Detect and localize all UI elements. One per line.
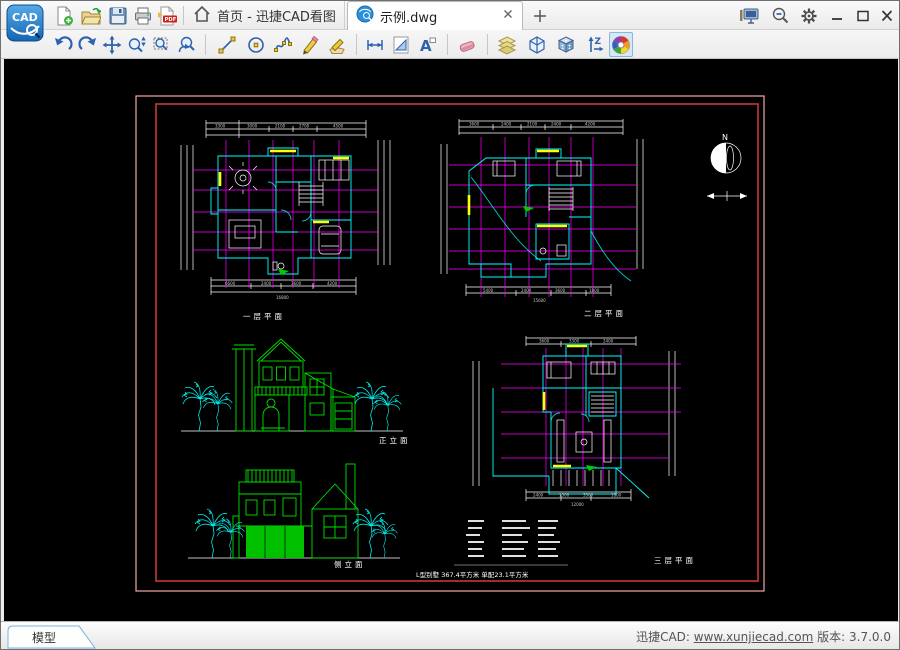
- settings-gear-icon[interactable]: [797, 5, 821, 27]
- svg-text:3600: 3600: [555, 288, 566, 293]
- svg-text:5400: 5400: [483, 288, 494, 293]
- plan1-label: 一层平面: [243, 312, 285, 321]
- svg-text:2400: 2400: [533, 493, 544, 498]
- toolbar-separator: [447, 34, 448, 55]
- version-label: 版本:: [817, 630, 846, 644]
- app-window: CAD PDF 首页 - 迅捷CAD看图 示例.dwg A Z 3300 300…: [0, 0, 900, 650]
- zoom-previous-button[interactable]: [175, 32, 199, 57]
- svg-text:3000: 3000: [247, 124, 258, 129]
- tab-close-icon[interactable]: [502, 8, 514, 24]
- toolbar-separator: [356, 34, 357, 55]
- north-label: N: [722, 133, 728, 142]
- close-window-button[interactable]: [875, 6, 899, 25]
- model-tab-label: 模型: [31, 631, 56, 645]
- svg-text:2400: 2400: [521, 288, 532, 293]
- export-pdf-button[interactable]: PDF: [156, 5, 179, 27]
- annotate-tool-button[interactable]: [325, 32, 349, 57]
- tab-document-label: 示例.dwg: [380, 10, 438, 26]
- svg-text:2100: 2100: [527, 122, 538, 127]
- layers-button[interactable]: [495, 32, 519, 57]
- svg-text:6600: 6600: [225, 281, 236, 286]
- svg-text:16800: 16800: [276, 295, 289, 300]
- svg-text:15600: 15600: [533, 298, 546, 303]
- minimize-button[interactable]: [825, 6, 849, 25]
- redo-button[interactable]: [76, 32, 100, 57]
- svg-text:CAD: CAD: [12, 11, 38, 24]
- screen-capture-icon[interactable]: [737, 5, 761, 27]
- status-bar: 模型 迅捷CAD: www.xunjiecad.com 版本: 3.7.0.0: [1, 621, 899, 649]
- svg-text:3600: 3600: [539, 339, 550, 344]
- maximize-button[interactable]: [851, 6, 875, 25]
- new-file-button[interactable]: [53, 5, 76, 27]
- tab-home-label: 首页 - 迅捷CAD看图: [217, 10, 336, 25]
- tab-document[interactable]: 示例.dwg: [347, 1, 523, 30]
- cad-file-icon: [356, 5, 374, 27]
- svg-text:4500: 4500: [333, 124, 344, 129]
- svg-text:1500: 1500: [559, 493, 570, 498]
- circle-tool-button[interactable]: [244, 32, 268, 57]
- status-info: 迅捷CAD: www.xunjiecad.com 版本: 3.7.0.0: [636, 628, 891, 645]
- toolbar-separator: [205, 34, 206, 55]
- plan2-label: 二层平面: [584, 309, 626, 318]
- drawing-toolbar: A Z: [1, 30, 899, 59]
- svg-text:12000: 12000: [571, 502, 584, 507]
- view-wireframe-button[interactable]: [525, 32, 549, 57]
- drawing-canvas[interactable]: 3300 3000 2100 2700 4500 6600 2400 3600 …: [4, 59, 898, 621]
- open-file-button[interactable]: [79, 5, 102, 27]
- svg-text:PDF: PDF: [165, 17, 177, 23]
- elevation-side-label: 侧立面: [334, 559, 366, 569]
- svg-text:2400: 2400: [501, 122, 512, 127]
- svg-text:2700: 2700: [299, 124, 310, 129]
- svg-text:2100: 2100: [275, 124, 286, 129]
- view-3d-button[interactable]: [554, 32, 578, 57]
- undo-button[interactable]: [51, 32, 75, 57]
- line-tool-button[interactable]: [215, 32, 239, 57]
- svg-text:3300: 3300: [583, 493, 594, 498]
- svg-text:Z: Z: [595, 37, 602, 47]
- svg-text:1800: 1800: [589, 288, 600, 293]
- website-link[interactable]: www.xunjiecad.com: [694, 630, 814, 644]
- svg-text:2400: 2400: [551, 122, 562, 127]
- toolbar-separator: [487, 34, 488, 55]
- title-bar: CAD PDF 首页 - 迅捷CAD看图 示例.dwg: [1, 1, 899, 42]
- new-tab-button[interactable]: [529, 5, 551, 27]
- sort-order-button[interactable]: Z: [583, 32, 607, 57]
- app-logo-icon: CAD: [6, 4, 44, 42]
- zoom-dynamic-button[interactable]: [125, 32, 149, 57]
- svg-text:3300: 3300: [215, 124, 226, 129]
- model-tab[interactable]: 模型: [7, 625, 103, 649]
- svg-text:3300: 3300: [569, 339, 580, 344]
- zoom-window-button[interactable]: [150, 32, 174, 57]
- svg-text:3600: 3600: [469, 122, 480, 127]
- elevation-front-label: 正立面: [379, 435, 411, 445]
- brand-label: 迅捷CAD:: [636, 630, 690, 644]
- eraser-button[interactable]: [455, 32, 479, 57]
- version-value: 3.7.0.0: [849, 630, 891, 644]
- measure-area-button[interactable]: [389, 32, 413, 57]
- pan-button[interactable]: [100, 32, 124, 57]
- svg-text:2400: 2400: [261, 281, 272, 286]
- text-tool-button[interactable]: A: [415, 32, 439, 57]
- measure-length-button[interactable]: [363, 32, 387, 57]
- svg-text:2400: 2400: [603, 339, 614, 344]
- tab-home[interactable]: 首页 - 迅捷CAD看图: [185, 1, 345, 30]
- svg-text:4200: 4200: [327, 281, 338, 286]
- titlebar-separator: [183, 6, 184, 25]
- save-button[interactable]: [106, 5, 129, 27]
- background-color-button[interactable]: [609, 32, 633, 57]
- freehand-tool-button[interactable]: [298, 32, 322, 57]
- svg-text:3600: 3600: [291, 281, 302, 286]
- print-button[interactable]: [131, 5, 154, 27]
- polyline-tool-button[interactable]: [271, 32, 295, 57]
- zoom-out-icon[interactable]: [769, 5, 793, 27]
- svg-text:4200: 4200: [585, 122, 596, 127]
- plan3-label: 三层平面: [654, 556, 696, 565]
- area-summary: L型别墅 367.4平方米 单配23.1平方米: [416, 570, 529, 579]
- svg-text:1800: 1800: [611, 493, 622, 498]
- home-icon: [193, 5, 211, 27]
